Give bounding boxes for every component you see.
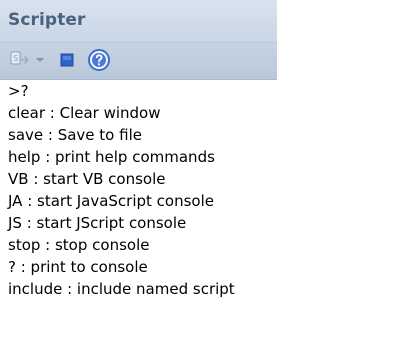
- console-output[interactable]: >? clear : Clear window save : Save to f…: [0, 80, 406, 356]
- run-script-button[interactable]: S: [7, 48, 32, 72]
- console-line: save : Save to file: [8, 126, 142, 144]
- run-options-dropdown[interactable]: [33, 48, 47, 72]
- console-line: VB : start VB console: [8, 170, 166, 188]
- help-button[interactable]: [86, 48, 112, 72]
- scripter-titlebar: Scripter: [0, 0, 277, 43]
- run-script-icon: S: [8, 50, 32, 70]
- scripter-toolbar: S: [0, 43, 277, 80]
- console-line: ? : print to console: [8, 258, 148, 276]
- stop-button[interactable]: [55, 48, 79, 72]
- console-line: JS : start JScript console: [8, 214, 187, 232]
- help-icon: [87, 48, 111, 72]
- console-line: JA : start JavaScript console: [8, 192, 214, 210]
- console-line: include : include named script: [8, 280, 235, 298]
- dropdown-arrow-icon: [35, 56, 45, 64]
- console-line: stop : stop console: [8, 236, 150, 254]
- console-line: clear : Clear window: [8, 104, 161, 122]
- console-line: >?: [8, 82, 29, 100]
- scripter-title: Scripter: [8, 10, 86, 30]
- stop-icon: [59, 52, 75, 68]
- console-line: help : print help commands: [8, 148, 215, 166]
- scripter-window: Scripter S >? clear: Clear window save …: [0, 0, 406, 356]
- svg-text:S: S: [13, 54, 18, 63]
